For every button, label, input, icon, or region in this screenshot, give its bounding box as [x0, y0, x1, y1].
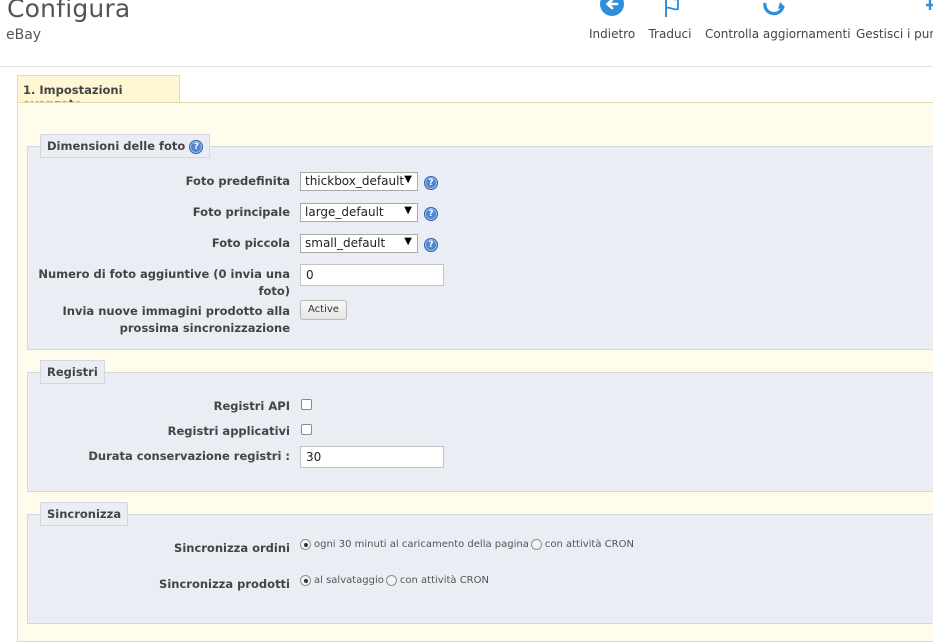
sync-legend: Sincronizza [40, 502, 129, 526]
manage-hooks-button[interactable]: Gestisci i punt [856, 0, 933, 46]
default-photo-select[interactable]: thickbox_default ▼ [300, 172, 418, 191]
manage-hooks-button-label: Gestisci i punt [856, 27, 933, 41]
send-images-label: Invia nuove immagini prodotto alla pross… [30, 303, 290, 337]
help-icon[interactable]: ? [424, 238, 438, 252]
send-images-label-line1: Invia nuove immagini prodotto alla [62, 304, 290, 318]
sync-products-option-label: al salvataggio [314, 575, 384, 586]
help-icon[interactable]: ? [424, 176, 438, 190]
back-button-label: Indietro [589, 27, 636, 41]
extra-photos-label-line1: Numero di foto aggiuntive (0 invia una [38, 267, 290, 281]
hooks-icon [926, 0, 933, 10]
back-button[interactable]: Indietro [589, 0, 635, 46]
small-photo-value: small_default [305, 236, 386, 250]
extra-photos-input[interactable]: 0 [300, 264, 444, 286]
main-photo-value: large_default [305, 205, 384, 219]
sync-products-label: Sincronizza prodotti [159, 577, 290, 591]
translate-button-label: Traduci [648, 27, 692, 41]
photo-sizes-legend-text: Dimensioni delle foto [47, 139, 186, 153]
translate-button[interactable]: Traduci [647, 0, 693, 46]
api-logs-checkbox[interactable] [301, 399, 312, 410]
chevron-down-icon: ▼ [404, 174, 412, 185]
sync-orders-radio-page-load[interactable] [300, 539, 311, 550]
back-arrow-icon [600, 0, 624, 16]
chevron-down-icon: ▼ [404, 205, 412, 216]
sync-products-option-label: con attività CRON [399, 575, 489, 586]
sync-fieldset: Sincronizza [27, 502, 933, 624]
header-divider [0, 66, 933, 67]
send-images-label-line2: prossima sincronizzazione [119, 321, 290, 335]
tab-advanced-settings[interactable]: 1. Impostazioni avanzate [17, 75, 180, 111]
send-images-active-button[interactable]: Active [300, 300, 347, 320]
check-updates-button[interactable]: Controlla aggiornamenti [705, 0, 851, 46]
small-photo-label: Foto piccola [211, 236, 290, 250]
main-photo-select[interactable]: large_default ▼ [300, 203, 418, 222]
help-icon[interactable]: ? [424, 207, 438, 221]
refresh-icon [763, 2, 785, 16]
help-icon[interactable]: ? [189, 139, 204, 154]
logs-legend: Registri [40, 360, 105, 384]
chevron-down-icon: ▼ [404, 236, 412, 247]
sync-products-radio-on-save[interactable] [300, 575, 311, 586]
small-photo-select[interactable]: small_default ▼ [300, 234, 418, 253]
log-retention-label: Durata conservazione registri : [88, 449, 290, 463]
flag-icon [665, 0, 679, 17]
check-updates-button-label: Controlla aggiornamenti [705, 27, 851, 41]
sync-orders-option-label: con attività CRON [544, 539, 634, 550]
sync-products-options: al salvataggio con attività CRON [300, 575, 491, 587]
sync-orders-options: ogni 30 minuti al caricamento della pagi… [300, 539, 636, 551]
extra-photos-label-line2: foto) [258, 284, 290, 298]
sync-orders-option-label: ogni 30 minuti al caricamento della pagi… [314, 539, 529, 550]
app-logs-label: Registri applicativi [167, 424, 290, 438]
app-logs-checkbox[interactable] [301, 424, 312, 435]
default-photo-value: thickbox_default [305, 174, 405, 188]
default-photo-label: Foto predefinita [185, 174, 290, 188]
sync-orders-radio-cron[interactable] [530, 539, 542, 550]
photo-sizes-legend: Dimensioni delle foto ? [40, 134, 211, 158]
toolbar: Indietro Traduci Controlla aggiornamenti… [0, 0, 933, 50]
sync-orders-label: Sincronizza ordini [174, 541, 290, 555]
sync-products-radio-cron[interactable] [385, 575, 397, 586]
main-photo-label: Foto principale [192, 205, 290, 219]
api-logs-label: Registri API [213, 399, 290, 413]
extra-photos-label: Numero di foto aggiuntive (0 invia una f… [30, 266, 290, 300]
log-retention-input[interactable]: 30 [300, 446, 444, 468]
